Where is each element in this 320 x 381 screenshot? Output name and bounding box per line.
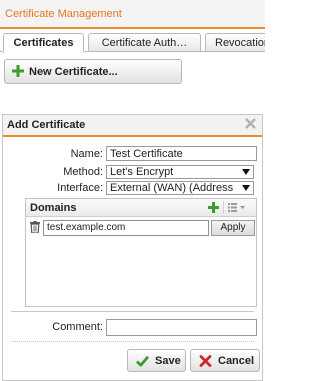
cancel-button[interactable]: Cancel	[190, 349, 260, 372]
x-icon	[199, 355, 212, 367]
tab-label: Revocation	[215, 37, 265, 49]
divider	[11, 341, 254, 342]
close-icon[interactable]	[245, 118, 256, 129]
add-certificate-dialog: Add Certificate Name: Test Certificate M…	[2, 114, 263, 381]
apply-button[interactable]: Apply	[211, 220, 255, 236]
dialog-header: Add Certificate	[3, 115, 262, 137]
tab-label: Certificate Auth…	[101, 37, 188, 49]
domains-header: Domains	[26, 199, 256, 217]
interface-select[interactable]: External (WAN) (Address	[106, 181, 254, 195]
tab-revocation[interactable]: Revocation	[205, 33, 265, 52]
trash-icon[interactable]	[30, 221, 40, 233]
new-certificate-label: New Certificate...	[29, 66, 118, 78]
method-label: Method:	[63, 166, 103, 178]
interface-value: External (WAN) (Address	[110, 182, 234, 194]
domain-row: test.example.com Apply	[28, 220, 256, 236]
certificate-management-window: Certificate Management Certificates Cert…	[0, 0, 265, 381]
chevron-down-icon	[242, 169, 250, 175]
cancel-label: Cancel	[218, 355, 255, 367]
save-label: Save	[155, 355, 181, 367]
list-menu-icon[interactable]	[228, 203, 246, 212]
domains-title: Domains	[30, 202, 77, 214]
plus-icon[interactable]	[208, 202, 219, 213]
toolbar-divider	[223, 201, 224, 214]
tab-certificates[interactable]: Certificates	[3, 33, 84, 53]
name-label: Name:	[70, 148, 103, 160]
tab-certificate-authorities[interactable]: Certificate Auth…	[88, 33, 201, 52]
tab-label: Certificates	[13, 37, 74, 49]
comment-field[interactable]	[106, 319, 257, 336]
save-button[interactable]: Save	[127, 349, 186, 372]
plus-icon	[12, 65, 24, 77]
method-value: Let's Encrypt	[110, 166, 174, 178]
interface-label: Interface:	[57, 182, 103, 194]
domain-field[interactable]: test.example.com	[43, 220, 209, 236]
new-certificate-button[interactable]: New Certificate...	[4, 59, 182, 84]
app-header: Certificate Management	[0, 0, 265, 29]
name-field[interactable]: Test Certificate	[106, 146, 257, 161]
domains-panel: Domains test.example.com Apply	[25, 198, 257, 307]
comment-label: Comment:	[52, 321, 103, 333]
checkmark-icon	[136, 355, 149, 367]
tab-bar: Certificates Certificate Auth… Revocatio…	[0, 30, 265, 53]
divider	[11, 311, 254, 312]
chevron-down-icon	[242, 185, 250, 191]
dialog-title: Add Certificate	[7, 119, 86, 131]
method-select[interactable]: Let's Encrypt	[106, 165, 254, 179]
app-title: Certificate Management	[5, 8, 122, 20]
